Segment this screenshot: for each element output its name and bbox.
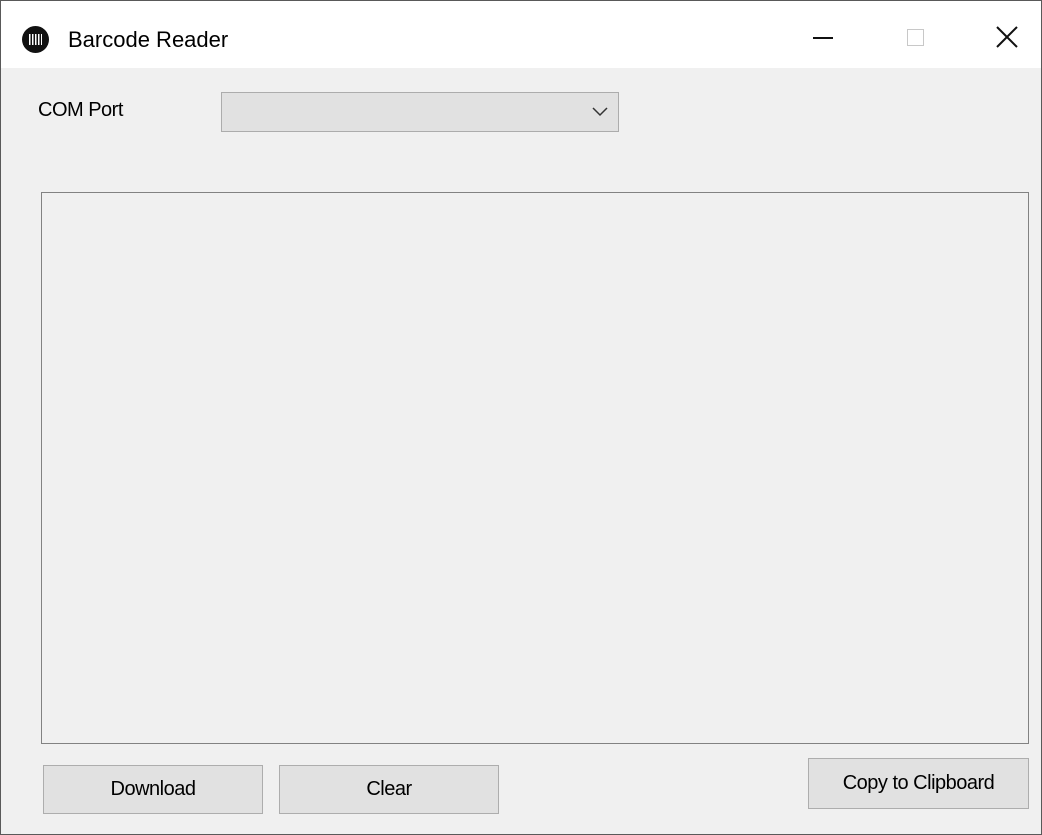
barcode-reader-window: Barcode Reader COM Port Download Clear C… [0, 0, 1042, 835]
title-bar[interactable]: Barcode Reader [1, 1, 1041, 68]
chevron-down-icon [592, 107, 608, 117]
output-textbox[interactable] [41, 192, 1029, 744]
window-title: Barcode Reader [68, 27, 229, 52]
com-port-label: COM Port [38, 99, 123, 121]
maximize-button[interactable] [872, 1, 962, 68]
copy-to-clipboard-button[interactable]: Copy to Clipboard [808, 758, 1029, 809]
barcode-icon [22, 26, 49, 53]
close-icon [996, 26, 1018, 48]
minimize-icon [813, 37, 833, 39]
close-button[interactable] [962, 1, 1042, 68]
minimize-button[interactable] [782, 1, 872, 68]
com-port-select[interactable] [221, 92, 619, 132]
download-button[interactable]: Download [43, 765, 263, 814]
clear-button[interactable]: Clear [279, 765, 499, 814]
maximize-icon [907, 29, 924, 46]
